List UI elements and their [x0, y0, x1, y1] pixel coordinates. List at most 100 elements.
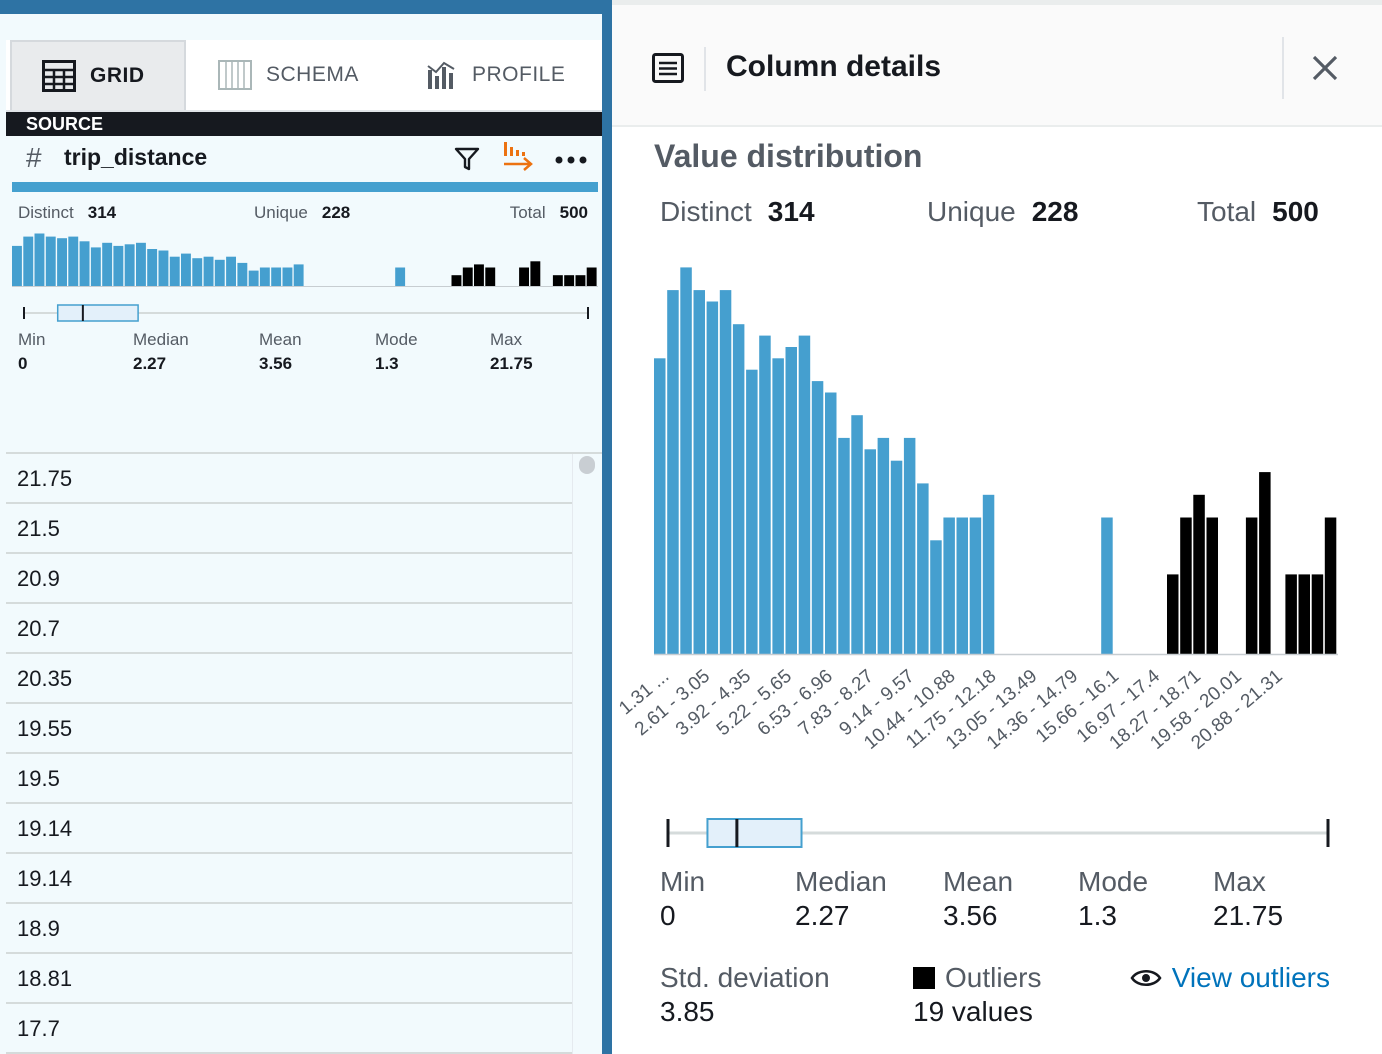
mini-histogram-bar: [23, 236, 34, 286]
mini-histogram[interactable]: [12, 230, 598, 288]
histogram-bar[interactable]: [969, 517, 982, 655]
schema-icon: [218, 60, 252, 90]
view-outliers-link[interactable]: View outliers: [1130, 962, 1330, 994]
histogram-bar[interactable]: [825, 392, 837, 655]
histogram-bar[interactable]: [890, 460, 903, 654]
table-row[interactable]: 20.9: [6, 554, 572, 604]
histogram-bar[interactable]: [851, 415, 863, 654]
histogram-bar[interactable]: [693, 290, 706, 654]
mini-histogram-bar: [45, 236, 56, 286]
histogram-bar[interactable]: [1167, 574, 1179, 654]
mini-histogram-bar: [136, 242, 146, 286]
histogram-bar[interactable]: [1298, 574, 1311, 654]
table-row[interactable]: 20.35: [6, 654, 572, 704]
outlier-swatch: [913, 967, 935, 989]
outliers-legend: Outliers 19 values: [913, 962, 1042, 1027]
panel-top-accent: [0, 0, 612, 14]
mini-histogram-bar: [293, 264, 304, 286]
histogram-bar[interactable]: [1180, 517, 1192, 655]
table-row[interactable]: 21.5: [6, 504, 572, 554]
sort-icon[interactable]: [502, 140, 536, 177]
mini-summary: Min 0 Median 2.27 Mean 3.56 Mode 1.3 Max 21.7…: [18, 330, 594, 374]
mini-histogram-bar: [282, 267, 293, 286]
grid-icon: [42, 60, 76, 92]
panel-title: Column details: [726, 50, 942, 83]
scrollbar[interactable]: [572, 454, 602, 1054]
histogram-bar[interactable]: [903, 437, 916, 654]
table-row[interactable]: 18.9: [6, 904, 572, 954]
mini-unique: Unique 228: [254, 203, 351, 222]
mini-histogram-bar: [181, 253, 191, 286]
table-row[interactable]: 19.55: [6, 704, 572, 754]
table-row[interactable]: 20.7: [6, 604, 572, 654]
mini-histogram-bar: [248, 270, 259, 286]
mini-histogram-bar: [192, 258, 203, 286]
mini-histogram-bar: [68, 236, 79, 286]
eye-icon: [1130, 967, 1162, 989]
grid-panel: GRID SCHEMA PROFILE SOURCE # trip_distan…: [0, 0, 612, 1054]
mini-histogram-bar: [552, 275, 563, 286]
histogram-bar[interactable]: [732, 324, 745, 654]
histogram-bar[interactable]: [1324, 517, 1337, 655]
histogram-bar[interactable]: [1206, 517, 1219, 655]
table-row[interactable]: 21.75: [6, 454, 572, 504]
histogram-bar[interactable]: [1101, 517, 1113, 655]
mini-median: Median 2.27: [133, 330, 189, 373]
histogram-bar[interactable]: [785, 347, 798, 654]
column-header[interactable]: # trip_distance: [6, 136, 602, 182]
histogram-bar[interactable]: [680, 267, 692, 654]
scrollbar-thumb[interactable]: [579, 456, 595, 474]
histogram-bar[interactable]: [1193, 494, 1205, 654]
histogram-bar[interactable]: [772, 358, 784, 654]
histogram-bar[interactable]: [746, 369, 758, 654]
mini-histogram-bar: [519, 267, 529, 286]
mini-histogram-bar: [575, 275, 586, 286]
tab-schema[interactable]: SCHEMA: [218, 40, 398, 110]
table-row[interactable]: 19.14: [6, 804, 572, 854]
mini-histogram-bar: [169, 256, 180, 286]
mini-histogram-bar: [485, 267, 496, 286]
histogram-bar[interactable]: [719, 290, 732, 654]
mini-box-plot: [23, 304, 589, 322]
histogram-bar[interactable]: [930, 540, 942, 654]
histogram-bar[interactable]: [654, 358, 666, 654]
value-distribution-chart[interactable]: 1.31 ...2.61 - 3.053.92 - 4.355.22 - 5.6…: [612, 240, 1382, 860]
tab-grid-label: GRID: [90, 64, 145, 87]
details-list-icon: [652, 53, 684, 88]
histogram-bar[interactable]: [864, 449, 877, 654]
histogram-bar[interactable]: [1311, 574, 1324, 654]
tab-profile[interactable]: PROFILE: [426, 40, 602, 110]
histogram-bar[interactable]: [943, 517, 955, 655]
histogram-bar[interactable]: [1259, 472, 1271, 654]
histogram-bar[interactable]: [956, 517, 969, 655]
histogram-bar[interactable]: [1245, 517, 1258, 655]
header-divider: [1282, 37, 1284, 99]
histogram-bar[interactable]: [706, 301, 719, 655]
summary-min: Min 0: [660, 866, 706, 931]
table-row[interactable]: 17.7: [6, 1004, 572, 1054]
mini-histogram-bar: [214, 259, 225, 286]
histogram-bar[interactable]: [982, 494, 995, 654]
mini-mean: Mean 3.56: [259, 330, 302, 373]
filter-icon[interactable]: [454, 146, 480, 177]
panel-right-border: [602, 0, 612, 1054]
histogram-bar[interactable]: [1285, 574, 1297, 654]
tab-grid[interactable]: GRID: [10, 40, 186, 110]
stat-distinct: Distinct 314: [660, 196, 815, 227]
histogram-bar[interactable]: [798, 335, 811, 654]
summary-median: Median 2.27: [795, 866, 887, 931]
header-divider: [704, 47, 706, 91]
histogram-bar[interactable]: [667, 290, 679, 654]
table-row[interactable]: 19.14: [6, 854, 572, 904]
mini-histogram-bar: [203, 256, 214, 286]
table-row[interactable]: 18.81: [6, 954, 572, 1004]
histogram-bar[interactable]: [759, 335, 771, 654]
close-icon[interactable]: [1312, 55, 1338, 86]
table-row[interactable]: 19.5: [6, 754, 572, 804]
numeric-type-icon: #: [26, 142, 42, 173]
histogram-bar[interactable]: [877, 437, 890, 654]
histogram-bar[interactable]: [811, 381, 824, 654]
histogram-bar[interactable]: [838, 437, 850, 654]
more-options-icon[interactable]: [554, 152, 588, 170]
histogram-bar[interactable]: [917, 483, 929, 654]
